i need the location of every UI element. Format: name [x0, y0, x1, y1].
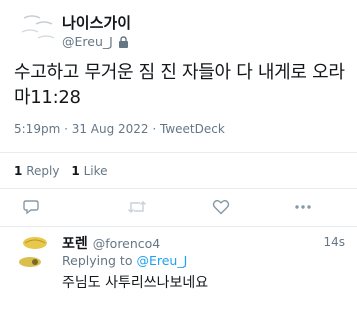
tweet-timestamp[interactable]: 5:19pm · 31 Aug 2022 · TweetDeck: [14, 122, 225, 136]
more-button[interactable]: [292, 196, 314, 218]
reply-avatar-small: [19, 257, 41, 267]
divider: [0, 188, 357, 189]
like-stat[interactable]: 1 Like: [71, 164, 107, 178]
divider: [0, 226, 357, 227]
reply-timestamp[interactable]: 14s: [323, 235, 345, 249]
reply-icon: [23, 200, 39, 215]
replying-to-link[interactable]: @Ereu_J: [136, 253, 187, 268]
heart-icon: [212, 199, 230, 215]
divider: [0, 152, 357, 153]
reply-button[interactable]: [20, 196, 42, 218]
retweet-icon: [128, 201, 146, 213]
like-button[interactable]: [210, 196, 232, 218]
reply-author-row: 포렌 @forenco4: [62, 233, 160, 253]
reply-stat[interactable]: 1 Reply: [14, 164, 59, 178]
tweet-text: 수고하고 무거운 짐 진 자들아 다 내게로 오라 마11:28: [14, 62, 345, 108]
reply-display-name[interactable]: 포렌: [62, 233, 88, 253]
author-handle[interactable]: @Ereu_J: [62, 34, 113, 49]
author-display-name[interactable]: 나이스가이: [62, 12, 131, 33]
action-bar: [0, 192, 357, 222]
reply-handle[interactable]: @forenco4: [93, 236, 161, 251]
avatar[interactable]: [18, 10, 58, 46]
tweet-stats: 1 Reply 1 Like: [14, 164, 108, 178]
tweet-header: 나이스가이 @Ereu_J: [0, 0, 357, 56]
reply-avatar[interactable]: [22, 236, 48, 250]
reply-text: 주님도 사투리쓰나보네요: [62, 275, 209, 291]
retweet-button[interactable]: [126, 196, 148, 218]
more-icon: [295, 205, 311, 209]
reply-tweet[interactable]: 포렌 @forenco4 14s Replying to @Ereu_J 주님도…: [0, 228, 357, 328]
lock-icon: [118, 35, 128, 48]
author-handle-row: @Ereu_J: [62, 34, 129, 49]
replying-to: Replying to @Ereu_J: [62, 253, 187, 268]
replying-prefix: Replying to: [62, 253, 133, 268]
